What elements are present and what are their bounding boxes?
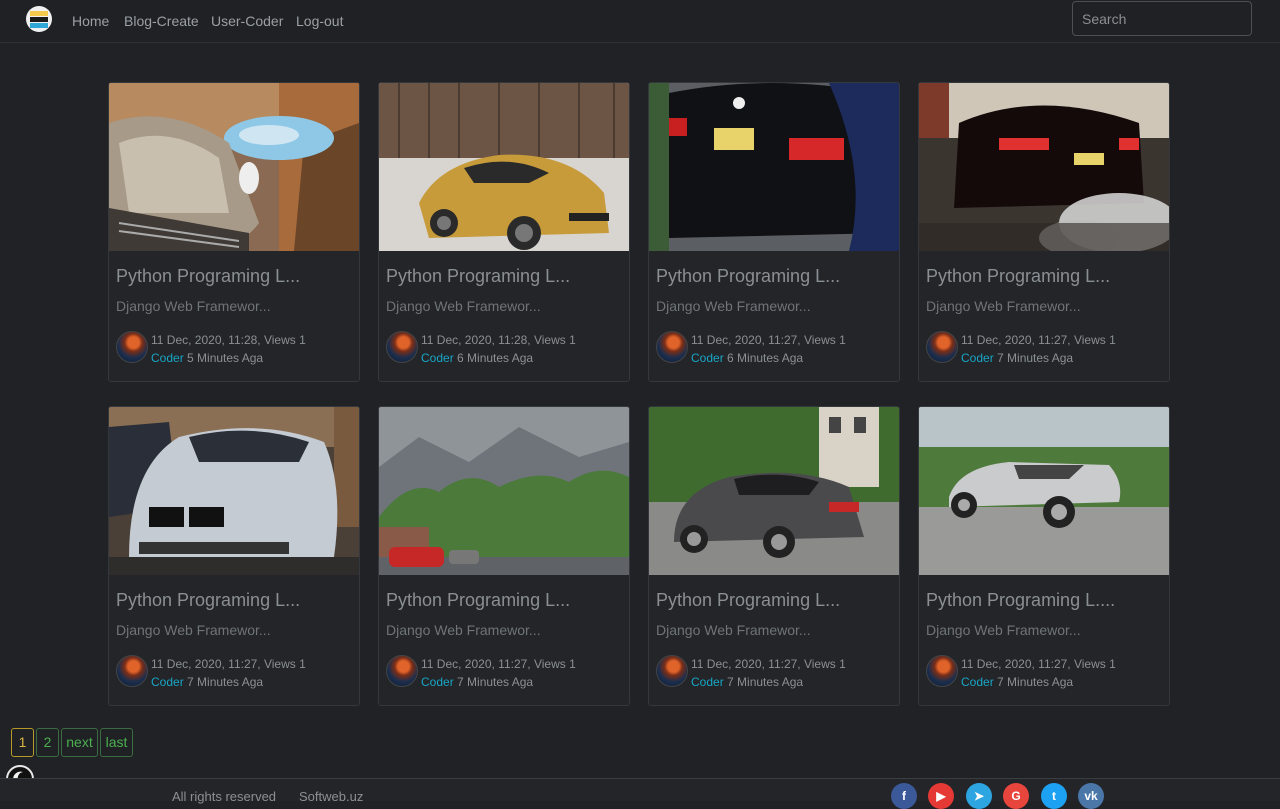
post-image[interactable] [649, 83, 899, 251]
post-description: Django Web Framewor... [656, 622, 811, 638]
post-description: Django Web Framewor... [926, 298, 1081, 314]
post-card[interactable]: Python Programing L... Django Web Framew… [108, 406, 360, 706]
post-image[interactable] [379, 83, 629, 251]
nav-link-blog-create[interactable]: Blog-Create [124, 13, 199, 29]
post-author-line: Coder 5 Minutes Aga [151, 351, 263, 365]
navbar: Home Blog-Create User-Coder Log-out [0, 0, 1280, 43]
post-title[interactable]: Python Programing L... [116, 590, 300, 611]
author-link[interactable]: Coder [691, 675, 724, 689]
avatar[interactable] [116, 655, 148, 687]
post-age: 6 Minutes Aga [457, 351, 534, 365]
post-age: 5 Minutes Aga [187, 351, 264, 365]
post-card[interactable]: Python Programing L... Django Web Framew… [918, 82, 1170, 382]
post-age: 7 Minutes Aga [997, 351, 1074, 365]
post-date: 11 Dec, 2020, 11:27, Views 1 [691, 657, 846, 671]
pagination-last[interactable]: last [100, 728, 133, 757]
avatar[interactable] [116, 331, 148, 363]
post-age: 6 Minutes Aga [727, 351, 804, 365]
post-author-line: Coder 7 Minutes Aga [691, 675, 803, 689]
post-age: 7 Minutes Aga [457, 675, 534, 689]
google-icon[interactable]: G [1003, 783, 1029, 809]
avatar[interactable] [656, 331, 688, 363]
footer-copyright: All rights reserved [172, 789, 277, 804]
search-input[interactable] [1072, 1, 1252, 36]
youtube-icon[interactable]: ▶ [928, 783, 954, 809]
post-author-line: Coder 7 Minutes Aga [151, 675, 263, 689]
post-card[interactable]: Python Programing L... Django Web Framew… [108, 82, 360, 382]
nav-link-log-out[interactable]: Log-out [296, 13, 343, 29]
post-description: Django Web Framewor... [926, 622, 1081, 638]
post-card[interactable]: Python Programing L... Django Web Framew… [378, 82, 630, 382]
post-image[interactable] [379, 407, 629, 575]
vk-icon[interactable]: vk [1078, 783, 1104, 809]
post-image[interactable] [109, 83, 359, 251]
author-link[interactable]: Coder [961, 351, 994, 365]
post-author-line: Coder 6 Minutes Aga [691, 351, 803, 365]
post-author-line: Coder 7 Minutes Aga [961, 675, 1073, 689]
avatar[interactable] [926, 331, 958, 363]
post-description: Django Web Framewor... [116, 298, 271, 314]
post-title[interactable]: Python Programing L... [656, 590, 840, 611]
post-title[interactable]: Python Programing L... [386, 590, 570, 611]
footer-site-link[interactable]: Softweb.uz [299, 789, 363, 804]
post-age: 7 Minutes Aga [727, 675, 804, 689]
post-title[interactable]: Python Programing L... [926, 266, 1110, 287]
avatar[interactable] [386, 331, 418, 363]
post-card[interactable]: Python Programing L.... Django Web Frame… [918, 406, 1170, 706]
avatar[interactable] [926, 655, 958, 687]
logo-icon[interactable] [26, 6, 52, 32]
post-description: Django Web Framewor... [656, 298, 811, 314]
author-link[interactable]: Coder [151, 351, 184, 365]
pagination-page-1[interactable]: 1 [11, 728, 34, 757]
telegram-icon[interactable]: ➤ [966, 783, 992, 809]
post-date: 11 Dec, 2020, 11:27, Views 1 [691, 333, 846, 347]
post-author-line: Coder 6 Minutes Aga [421, 351, 533, 365]
post-title[interactable]: Python Programing L... [116, 266, 300, 287]
post-date: 11 Dec, 2020, 11:28, Views 1 [151, 333, 306, 347]
post-date: 11 Dec, 2020, 11:28, Views 1 [421, 333, 576, 347]
post-image[interactable] [919, 407, 1169, 575]
author-link[interactable]: Coder [691, 351, 724, 365]
post-title[interactable]: Python Programing L... [386, 266, 570, 287]
pagination-page-2[interactable]: 2 [36, 728, 59, 757]
post-date: 11 Dec, 2020, 11:27, Views 1 [421, 657, 576, 671]
avatar[interactable] [386, 655, 418, 687]
facebook-icon[interactable]: f [891, 783, 917, 809]
twitter-icon[interactable]: t [1041, 783, 1067, 809]
post-age: 7 Minutes Aga [997, 675, 1074, 689]
post-author-line: Coder 7 Minutes Aga [421, 675, 533, 689]
post-date: 11 Dec, 2020, 11:27, Views 1 [151, 657, 306, 671]
post-date: 11 Dec, 2020, 11:27, Views 1 [961, 333, 1116, 347]
post-description: Django Web Framewor... [386, 622, 541, 638]
pagination-next[interactable]: next [61, 728, 98, 757]
post-author-line: Coder 7 Minutes Aga [961, 351, 1073, 365]
author-link[interactable]: Coder [421, 675, 454, 689]
post-description: Django Web Framewor... [386, 298, 541, 314]
author-link[interactable]: Coder [421, 351, 454, 365]
post-card[interactable]: Python Programing L... Django Web Framew… [648, 406, 900, 706]
nav-link-home[interactable]: Home [72, 13, 109, 29]
post-title[interactable]: Python Programing L.... [926, 590, 1115, 611]
post-date: 11 Dec, 2020, 11:27, Views 1 [961, 657, 1116, 671]
post-title[interactable]: Python Programing L... [656, 266, 840, 287]
nav-link-user-coder[interactable]: User-Coder [211, 13, 283, 29]
post-description: Django Web Framewor... [116, 622, 271, 638]
post-age: 7 Minutes Aga [187, 675, 264, 689]
post-image[interactable] [649, 407, 899, 575]
post-card[interactable]: Python Programing L... Django Web Framew… [378, 406, 630, 706]
avatar[interactable] [656, 655, 688, 687]
post-card[interactable]: Python Programing L... Django Web Framew… [648, 82, 900, 382]
author-link[interactable]: Coder [961, 675, 994, 689]
post-image[interactable] [919, 83, 1169, 251]
author-link[interactable]: Coder [151, 675, 184, 689]
post-image[interactable] [109, 407, 359, 575]
